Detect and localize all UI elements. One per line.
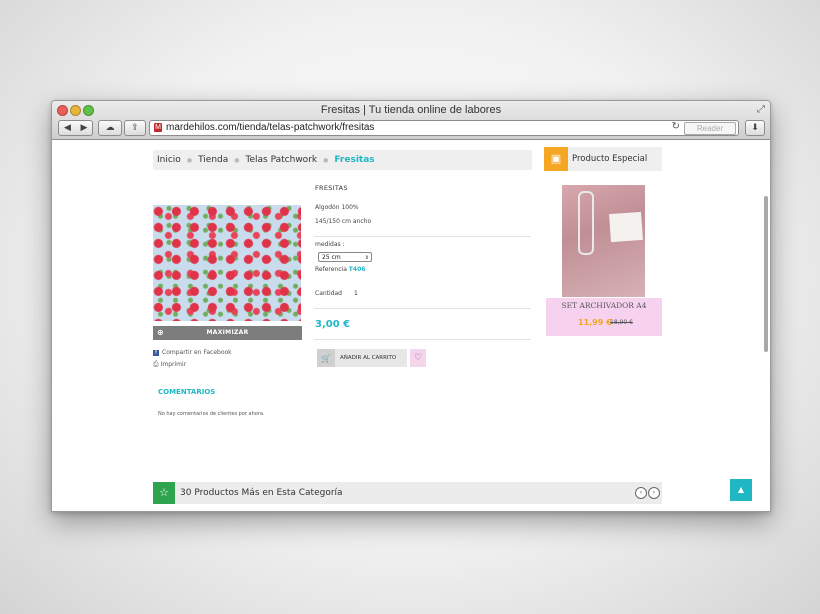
breadcrumb-separator-icon: ● xyxy=(186,156,193,164)
browser-window: Fresitas | Tu tienda online de labores ⤢… xyxy=(51,100,771,512)
heart-icon: ♡ xyxy=(413,353,423,363)
breadcrumb-separator-icon: ● xyxy=(234,156,240,164)
select-arrows-icon: ⇕ xyxy=(364,255,369,261)
special-product-header: ▣ Producto Especial xyxy=(544,147,662,171)
reference-value: T406 xyxy=(348,266,366,273)
breadcrumb-item-tienda[interactable]: Tienda xyxy=(198,155,228,165)
special-product-old-price: 18,90 € xyxy=(610,319,633,326)
gift-icon: ▣ xyxy=(544,147,568,171)
chevron-right-icon: ▶ xyxy=(80,123,88,133)
window-title: Fresitas | Tu tienda online de labores xyxy=(320,104,502,116)
url-text[interactable]: mardehilos.com/tienda/telas-patchwork/fr… xyxy=(166,122,374,133)
medidas-label: medidas : xyxy=(315,241,345,248)
special-product-title: Producto Especial xyxy=(572,154,648,164)
page-viewport: Inicio ● Tienda ● Telas Patchwork ● Fres… xyxy=(52,140,770,511)
facebook-icon: f xyxy=(153,349,159,356)
back-button[interactable]: ◀ xyxy=(58,120,77,136)
share-button[interactable]: ⇪ xyxy=(124,120,146,136)
product-width: 145/150 cm ancho xyxy=(315,218,372,225)
forward-button[interactable]: ▶ xyxy=(76,120,93,136)
add-to-cart-label: AÑADIR AL CARRITO xyxy=(340,355,397,361)
icloud-tabs-button[interactable]: ☁ xyxy=(98,120,122,136)
star-icon: ☆ xyxy=(153,482,175,504)
downloads-button[interactable]: ⬇ xyxy=(745,120,765,136)
medidas-value: 25 cm xyxy=(322,254,341,261)
site-favicon-icon: M xyxy=(154,123,162,132)
address-bar[interactable]: M mardehilos.com/tienda/telas-patchwork/… xyxy=(149,120,739,136)
paper-shape xyxy=(609,211,643,243)
download-icon: ⬇ xyxy=(751,123,759,133)
breadcrumb: Inicio ● Tienda ● Telas Patchwork ● Fres… xyxy=(153,150,532,170)
maximize-button[interactable]: ⊕ MAXIMIZAR xyxy=(153,326,302,340)
binder-ring-shape xyxy=(578,191,594,255)
share-facebook-label: Compartir en Facebook xyxy=(162,349,232,356)
breadcrumb-current: Fresitas xyxy=(334,155,375,165)
share-icon: ⇪ xyxy=(131,123,139,133)
breadcrumb-item-inicio[interactable]: Inicio xyxy=(157,155,181,165)
chevron-up-icon: ▲ xyxy=(737,485,745,494)
more-products-bar: ☆ 30 Productos Más en Esta Categoría ‹ › xyxy=(153,482,662,504)
reader-button[interactable]: Reader xyxy=(684,122,736,135)
scroll-to-top-button[interactable]: ▲ xyxy=(730,479,752,501)
reference-row: Referencia T406 xyxy=(315,266,365,273)
breadcrumb-item-telas-patchwork[interactable]: Telas Patchwork xyxy=(246,155,318,165)
more-products-title: 30 Productos Más en Esta Categoría xyxy=(180,488,343,498)
carousel-prev-button[interactable]: ‹ xyxy=(635,487,647,499)
carousel-next-button[interactable]: › xyxy=(648,487,660,499)
divider xyxy=(314,308,531,309)
special-product-info[interactable]: SET ARCHIVADOR A4 11,99 € 18,90 € xyxy=(546,298,662,336)
print-link[interactable]: ⎙ Imprimir xyxy=(153,360,186,369)
print-label: Imprimir xyxy=(160,361,187,368)
product-price: 3,00 € xyxy=(315,319,351,330)
medidas-select[interactable]: 25 cm ⇕ xyxy=(318,252,372,262)
share-facebook-link[interactable]: f Compartir en Facebook xyxy=(153,349,232,356)
title-bar: Fresitas | Tu tienda online de labores ⤢… xyxy=(52,101,770,140)
product-title: FRESITAS xyxy=(315,184,348,192)
quantity-input[interactable]: 1 xyxy=(354,290,358,297)
cloud-icon: ☁ xyxy=(105,123,115,133)
comments-title: COMENTARIOS xyxy=(158,388,216,396)
special-product-image[interactable] xyxy=(562,185,645,297)
product-composition: Algodón 100% xyxy=(315,204,359,211)
chevron-left-icon: ◀ xyxy=(64,123,71,133)
reference-label: Referencia xyxy=(315,266,347,273)
printer-icon: ⎙ xyxy=(153,360,159,368)
comments-empty-text: No hay comentarios de clientes por ahora… xyxy=(158,411,265,417)
reload-icon[interactable]: ↻ xyxy=(672,121,680,132)
vertical-scrollbar[interactable] xyxy=(764,196,768,352)
divider xyxy=(314,339,531,340)
breadcrumb-separator-icon: ● xyxy=(323,156,329,164)
quantity-label: Cantidad xyxy=(315,290,342,297)
special-product-name[interactable]: SET ARCHIVADOR A4 xyxy=(546,301,662,310)
product-image[interactable] xyxy=(153,205,301,321)
fullscreen-icon[interactable]: ⤢ xyxy=(757,104,765,115)
wishlist-button[interactable]: ♡ xyxy=(410,349,426,367)
cart-icon: 🛒 xyxy=(317,349,335,367)
special-product-price: 11,99 € xyxy=(578,318,612,327)
zoom-icon: ⊕ xyxy=(157,328,165,337)
maximize-label: MAXIMIZAR xyxy=(206,329,249,336)
divider xyxy=(314,236,531,237)
add-to-cart-button[interactable]: 🛒 AÑADIR AL CARRITO xyxy=(317,349,407,367)
